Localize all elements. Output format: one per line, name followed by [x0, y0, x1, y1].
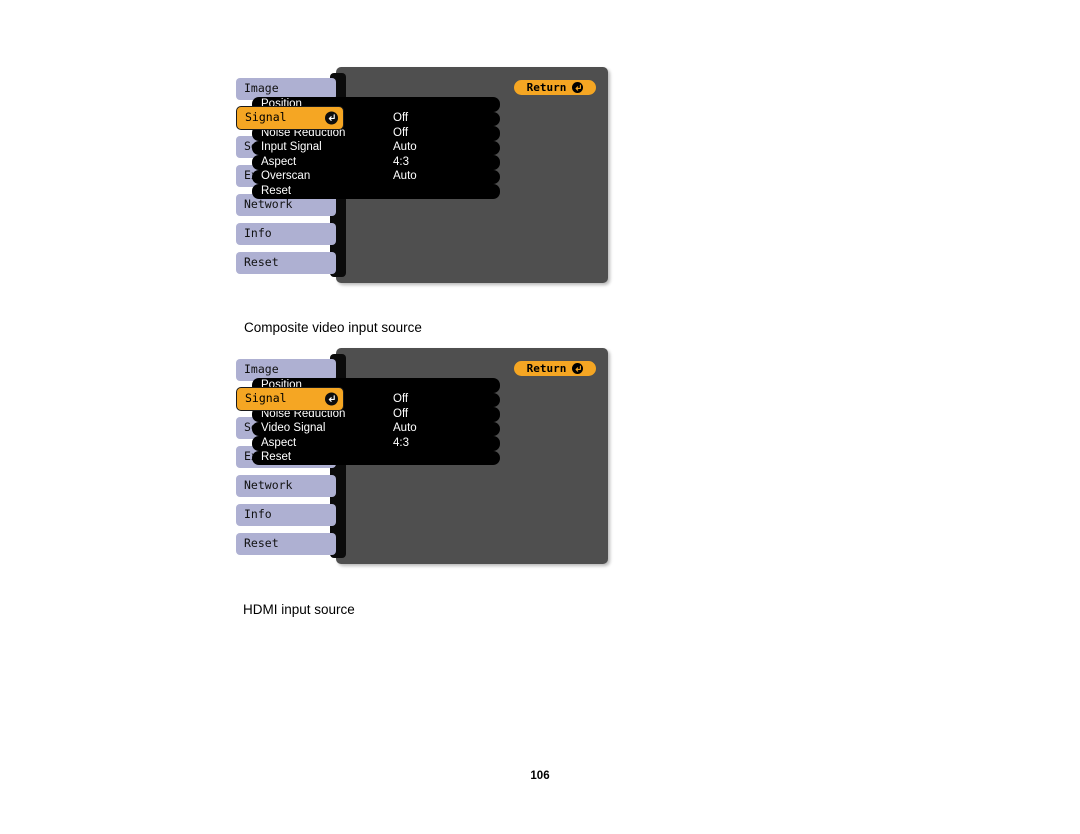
menu-item-value: Auto — [393, 170, 417, 182]
enter-icon — [325, 111, 338, 125]
table-row[interactable]: Reset — [252, 450, 500, 465]
menu-item-value: Off — [393, 112, 409, 124]
menu-item-value: Auto — [393, 141, 417, 153]
return-button[interactable]: Return — [514, 80, 596, 95]
sidebar-item-label: Image — [244, 362, 279, 377]
osd-menu-component: Image Signal Settings Extended Network I… — [236, 67, 608, 283]
sidebar-item-label: Signal — [245, 391, 287, 406]
sidebar-item-reset[interactable]: Reset — [236, 252, 336, 274]
enter-icon — [572, 82, 584, 93]
sidebar-item-network[interactable]: Network — [236, 475, 336, 497]
sidebar-item-label: Network — [244, 478, 293, 493]
enter-icon — [325, 392, 338, 406]
sidebar-item-label: Signal — [245, 110, 287, 125]
table-row[interactable]: Overscan Auto — [252, 169, 500, 184]
table-row[interactable]: Aspect 4:3 — [252, 155, 500, 170]
sidebar-item-reset[interactable]: Reset — [236, 533, 336, 555]
menu-item-value: Off — [393, 407, 409, 420]
table-row[interactable]: Aspect 4:3 — [252, 436, 500, 451]
return-button-label: Return — [526, 81, 567, 94]
caption-composite-video: Composite video input source — [244, 320, 422, 335]
menu-item-value: 4:3 — [393, 436, 409, 449]
page-number: 106 — [530, 770, 550, 782]
sidebar-item-label: Info — [244, 507, 272, 522]
table-row[interactable]: Video Signal Auto — [252, 421, 500, 436]
menu-item-label: Reset — [261, 184, 292, 197]
sidebar-item-signal[interactable]: Signal — [236, 106, 344, 130]
menu-item-value: 4:3 — [393, 155, 409, 168]
sidebar-item-label: Reset — [244, 536, 279, 551]
sidebar-item-label: Image — [244, 81, 279, 96]
return-button-label: Return — [526, 362, 567, 375]
osd-menu-component: Image Signal Settings Extended Network I… — [236, 348, 608, 564]
menu-item-label: Video Signal — [261, 422, 326, 434]
sidebar-item-label: Reset — [244, 255, 279, 270]
table-row[interactable]: Input Signal Auto — [252, 140, 500, 155]
menu-item-label: Aspect — [261, 155, 297, 168]
menu-item-value: Off — [393, 126, 409, 139]
menu-item-label: Input Signal — [261, 141, 322, 153]
menu-item-label: Reset — [261, 451, 292, 463]
table-row[interactable]: Reset — [252, 184, 500, 199]
sidebar-item-info[interactable]: Info — [236, 223, 336, 245]
enter-icon — [572, 363, 584, 374]
caption-hdmi-input: HDMI input source — [243, 602, 355, 617]
return-button[interactable]: Return — [514, 361, 596, 376]
menu-item-label: Aspect — [261, 436, 297, 449]
sidebar-item-signal[interactable]: Signal — [236, 387, 344, 411]
menu-item-label: Overscan — [261, 170, 311, 182]
menu-item-value: Auto — [393, 422, 417, 434]
sidebar-item-info[interactable]: Info — [236, 504, 336, 526]
menu-item-value: Off — [393, 393, 409, 405]
sidebar-item-label: Info — [244, 226, 272, 241]
sidebar-item-label: Network — [244, 197, 293, 212]
